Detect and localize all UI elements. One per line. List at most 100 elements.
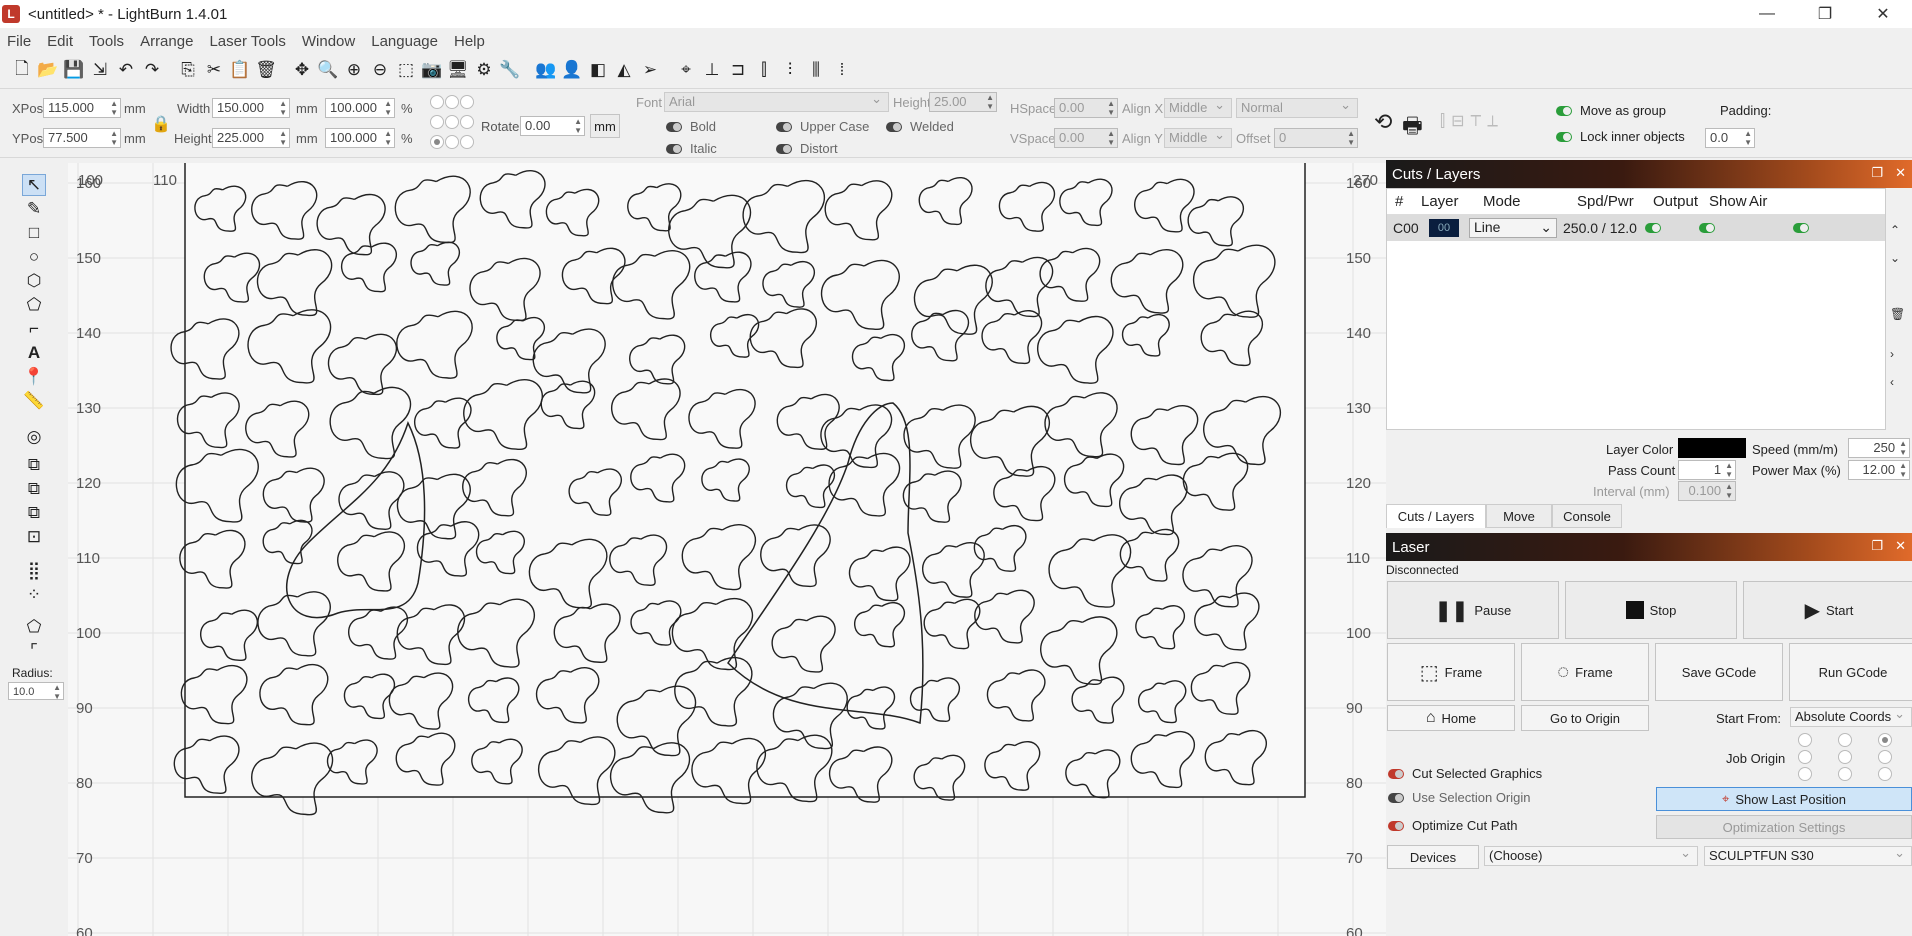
zoom-fit-icon[interactable]: 🔍 — [316, 58, 340, 82]
corner-radius-icon[interactable]: ⌜ — [22, 640, 46, 662]
menu-edit[interactable]: Edit — [40, 33, 82, 50]
select-tool-icon[interactable]: ↖ — [22, 174, 46, 196]
new-file-icon[interactable]: 🗋 — [10, 58, 34, 82]
width-percent-input[interactable]: 100.000 ▲ ▼ — [325, 98, 395, 118]
font-select[interactable]: Arial — [664, 90, 889, 112]
lock-inner-objects-toggle[interactable]: Lock inner objects — [1556, 129, 1685, 144]
text-mode-select[interactable]: Normal — [1236, 96, 1358, 118]
bracket-tool-icon[interactable]: ⌐ — [22, 318, 46, 340]
text-tool-icon[interactable]: A — [22, 342, 46, 364]
paste-icon[interactable]: 📋 — [228, 58, 252, 82]
distribute-h-icon[interactable]: ⫼ — [804, 58, 828, 82]
anchor-radio[interactable] — [430, 95, 444, 109]
speed-input[interactable]: 250 ▲ ▼ — [1848, 438, 1910, 458]
menu-file[interactable]: File — [0, 33, 40, 50]
settings-icon[interactable]: ⚙ — [472, 58, 496, 82]
tab-move[interactable]: Move — [1486, 504, 1552, 528]
job-origin-radio[interactable] — [1878, 767, 1892, 781]
float-panel-icon[interactable]: ❐ — [1871, 538, 1883, 554]
pause-button[interactable]: ❚❚ Pause — [1387, 581, 1559, 639]
menu-tools[interactable]: Tools — [82, 33, 133, 50]
job-origin-radio[interactable] — [1798, 733, 1812, 747]
zoom-out-icon[interactable]: ⊖ — [368, 58, 392, 82]
rotate-input[interactable]: 0.00 ▲ ▼ — [520, 116, 585, 136]
go-to-origin-button[interactable]: Go to Origin — [1521, 705, 1649, 731]
menu-laser-tools[interactable]: Laser Tools — [202, 33, 294, 50]
mirror-h-icon[interactable]: ◧ — [586, 58, 610, 82]
minimize-button[interactable]: — — [1738, 0, 1796, 28]
start-button[interactable]: ▶ Start — [1743, 581, 1912, 639]
anchor-radio[interactable] — [460, 135, 474, 149]
align-center-icon[interactable]: ⫿ — [752, 58, 776, 82]
anchor-radio[interactable] — [430, 135, 444, 149]
layer-color-swatch[interactable]: 00 — [1429, 219, 1459, 237]
menu-language[interactable]: Language — [364, 33, 447, 50]
cut-selected-graphics-toggle[interactable]: Cut Selected Graphics — [1388, 766, 1542, 781]
port-select[interactable]: (Choose) — [1484, 844, 1698, 866]
anchor-radio[interactable] — [445, 115, 459, 129]
save-icon[interactable]: 💾 — [62, 58, 86, 82]
boolean-subtract-icon[interactable]: ⧉ — [22, 478, 46, 500]
width-input[interactable]: 150.000 ▲ ▼ — [212, 98, 290, 118]
output-toggle[interactable] — [1645, 220, 1699, 236]
float-panel-icon[interactable]: ❐ — [1871, 165, 1883, 181]
offset-tool-icon[interactable]: ◎ — [22, 426, 46, 448]
pan-icon[interactable]: ✥ — [290, 58, 314, 82]
distort-toggle[interactable]: Distort — [776, 141, 838, 156]
show-last-position-button[interactable]: ⌖ Show Last Position — [1656, 787, 1912, 811]
maximize-button[interactable]: ❐ — [1796, 0, 1854, 28]
height-input[interactable]: 225.000 ▲ ▼ — [212, 128, 290, 148]
puzzle-workpiece[interactable] — [184, 163, 1306, 798]
close-panel-icon[interactable]: ✕ — [1895, 165, 1906, 181]
job-origin-radio[interactable] — [1838, 767, 1852, 781]
layer-color-box[interactable] — [1678, 438, 1746, 458]
use-selection-origin-toggle[interactable]: Use Selection Origin — [1388, 790, 1531, 805]
menu-help[interactable]: Help — [447, 33, 494, 50]
optimize-cut-path-toggle[interactable]: Optimize Cut Path — [1388, 818, 1518, 833]
anchor-radio[interactable] — [460, 95, 474, 109]
open-file-icon[interactable]: 📂 — [36, 58, 60, 82]
delete-icon[interactable]: 🗑 — [254, 58, 278, 82]
tab-cuts-layers[interactable]: Cuts / Layers — [1386, 504, 1486, 528]
anchor-radio[interactable] — [460, 115, 474, 129]
layer-row[interactable]: C00 00 Line ⌄ 250.0 / 12.0 — [1387, 215, 1885, 241]
device-select[interactable]: SCULPTFUN S30 — [1704, 844, 1912, 866]
rectangle-tool-icon[interactable]: □ — [22, 222, 46, 244]
laser-machine-icon[interactable]: 🖶 — [1402, 109, 1423, 147]
zoom-page-icon[interactable]: ⬚ — [394, 58, 418, 82]
start-from-select[interactable]: Absolute Coords — [1790, 705, 1912, 727]
bold-toggle[interactable]: Bold — [666, 119, 716, 134]
boolean-union-icon[interactable]: ⧉ — [22, 454, 46, 476]
measure-tool-icon[interactable]: 📏 — [22, 390, 46, 412]
dock-icon[interactable]: ⊐ — [726, 58, 750, 82]
cut-icon[interactable]: ✂ — [202, 58, 226, 82]
tab-console[interactable]: Console — [1552, 504, 1622, 528]
zoom-in-icon[interactable]: ⊕ — [342, 58, 366, 82]
job-origin-radio[interactable] — [1838, 750, 1852, 764]
welded-toggle[interactable]: Welded — [886, 119, 954, 134]
job-origin-radio[interactable] — [1878, 750, 1892, 764]
layer-mode-select[interactable]: Line ⌄ — [1469, 218, 1557, 238]
vspace-input[interactable]: 0.00 ▲ ▼ — [1054, 128, 1118, 148]
menu-arrange[interactable]: Arrange — [133, 33, 202, 50]
height-percent-input[interactable]: 100.000 ▲ ▼ — [325, 128, 395, 148]
lock-icon[interactable]: 🔒 — [151, 114, 171, 134]
show-toggle[interactable] — [1699, 220, 1793, 236]
polygon-tool-icon[interactable]: ⬡ — [22, 270, 46, 292]
close-button[interactable]: ✕ — [1854, 0, 1912, 28]
boolean-intersect-icon[interactable]: ⧉ — [22, 502, 46, 524]
close-panel-icon[interactable]: ✕ — [1895, 538, 1906, 554]
pass-count-input[interactable]: 1 ▲ ▼ — [1678, 460, 1736, 480]
padding-input[interactable]: 0.0 ▲ ▼ — [1705, 128, 1755, 148]
optimization-settings-button[interactable]: Optimization Settings — [1656, 815, 1912, 839]
air-toggle[interactable] — [1793, 220, 1823, 236]
circular-array-icon[interactable]: ⁘ — [22, 584, 46, 606]
ypos-input[interactable]: 77.500 ▲ ▼ — [43, 128, 121, 148]
send-icon[interactable]: ➢ — [638, 58, 662, 82]
anchor-radio[interactable] — [445, 95, 459, 109]
copy-icon[interactable]: ⎘ — [176, 58, 200, 82]
run-gcode-button[interactable]: Run GCode — [1789, 643, 1912, 701]
move-as-group-toggle[interactable]: Move as group — [1556, 103, 1666, 118]
tools-icon[interactable]: 🔧 — [498, 58, 522, 82]
redo-icon[interactable]: ↷ — [140, 58, 164, 82]
